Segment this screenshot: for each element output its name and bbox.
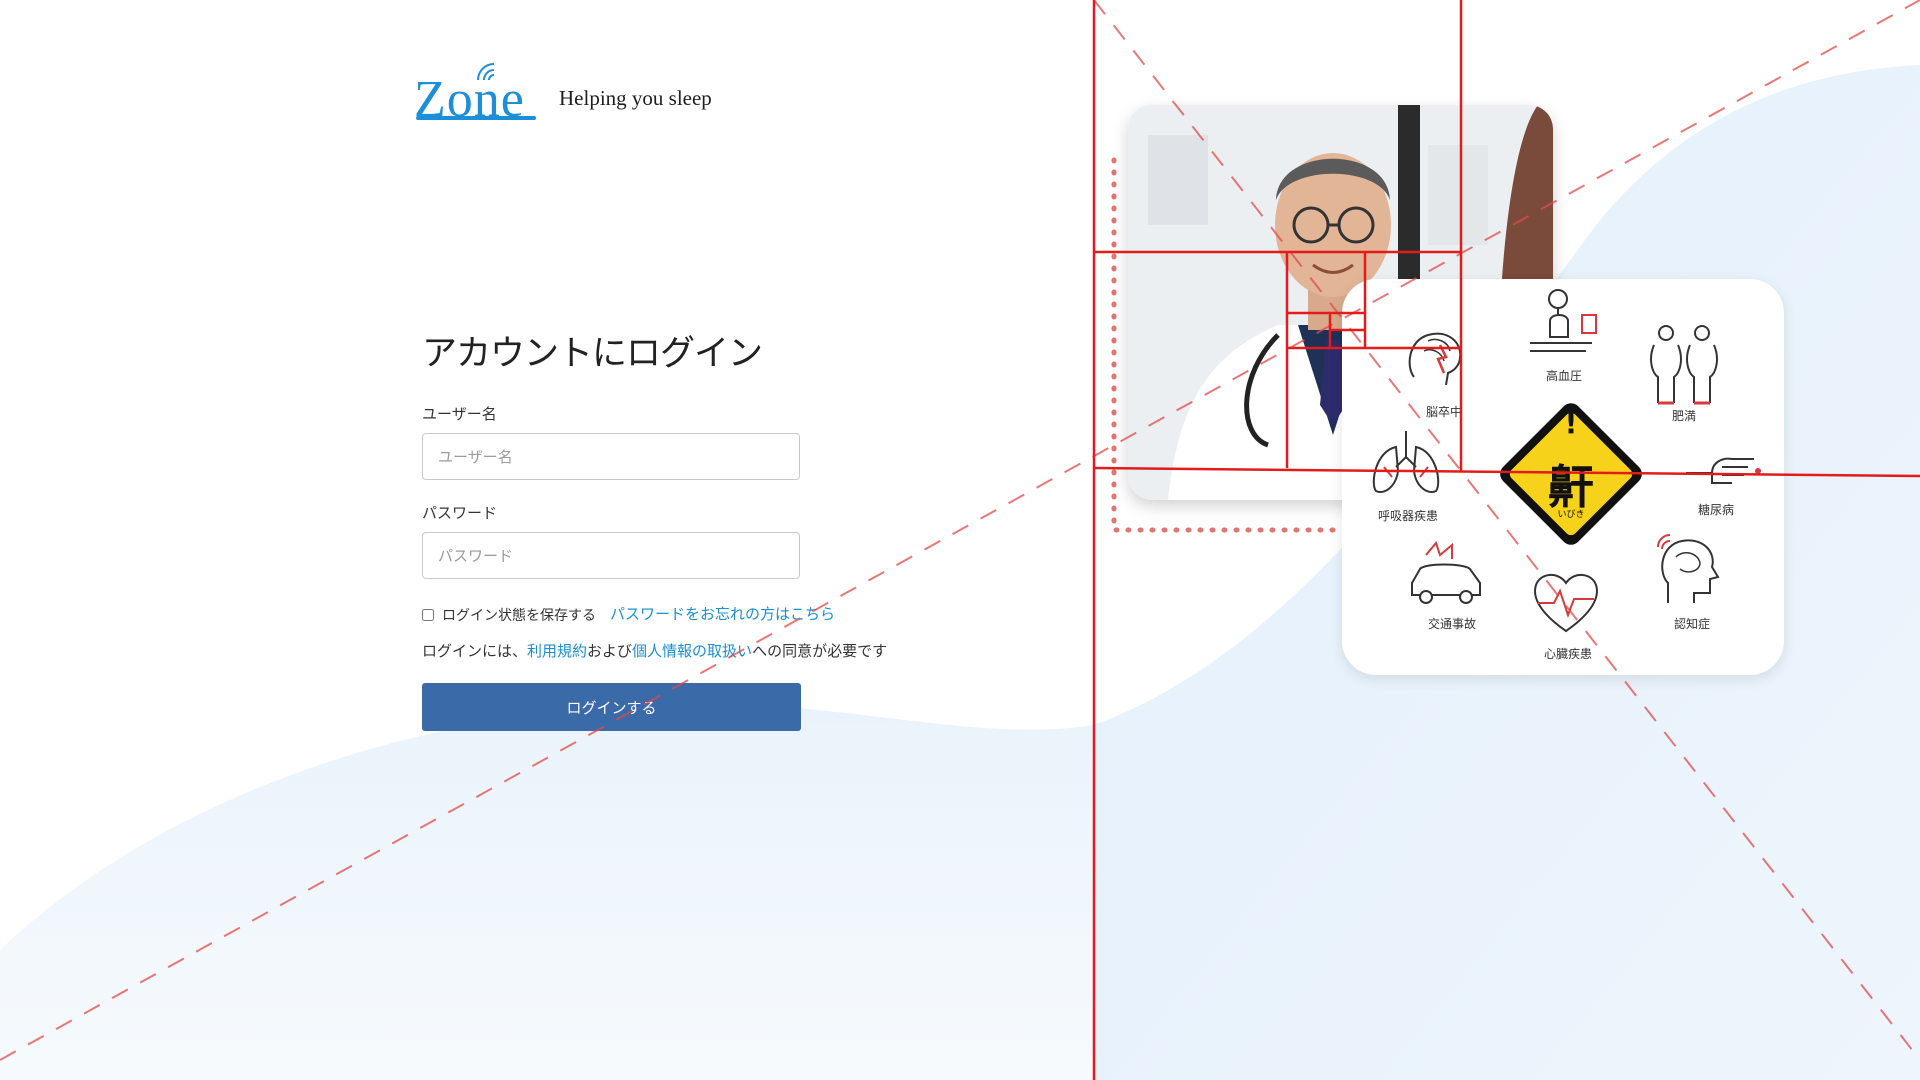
- privacy-policy-link[interactable]: 個人情報の取扱い: [632, 642, 752, 660]
- username-label: ユーザー名: [422, 405, 497, 423]
- terms-and: および: [587, 642, 633, 660]
- remember-label: ログイン状態を保存する: [442, 608, 596, 624]
- heart-icon: [1534, 574, 1598, 633]
- snoring-kana: いびき: [1557, 510, 1585, 520]
- terms-notice: ログインには、利用規約および個人情報の取扱いへの同意が必要です: [422, 640, 887, 661]
- snoring-risk-card: ! 鼾 いびき 脳卒中 高血圧 肥満 呼吸器疾患 糖尿病 交通事故 心臓疾患 認…: [1342, 279, 1784, 675]
- remember-checkbox[interactable]: [422, 609, 434, 621]
- obesity-icon: [1650, 325, 1718, 405]
- terms-suffix: への同意が必要です: [752, 642, 888, 660]
- blood-pressure-icon: [1530, 289, 1597, 352]
- terms-prefix: ログインには、: [422, 642, 528, 660]
- disease-label: 高血圧: [1545, 369, 1583, 383]
- password-input[interactable]: [422, 532, 800, 579]
- logo-text: Zone: [414, 71, 525, 128]
- username-input[interactable]: [422, 433, 800, 480]
- disease-label: 肥満: [1671, 409, 1697, 423]
- disease-label: 脳卒中: [1425, 405, 1463, 419]
- disease-label: 呼吸器疾患: [1377, 509, 1439, 523]
- page-title: アカウントにログイン: [422, 334, 763, 374]
- warning-mark: !: [1564, 407, 1578, 440]
- forgot-password-link[interactable]: パスワードをお忘れの方はこちら: [610, 603, 835, 624]
- disease-label: 心臓疾患: [1543, 647, 1593, 661]
- car-crash-icon: [1411, 541, 1481, 604]
- finger-prick-icon: [1686, 457, 1761, 484]
- login-page: Zone Helping you sleep アカウントにログイン ユーザー名 …: [0, 0, 1920, 1080]
- disease-label: 認知症: [1673, 617, 1711, 631]
- lungs-icon: [1372, 431, 1440, 493]
- password-label: パスワード: [422, 504, 498, 522]
- disease-label: 交通事故: [1427, 617, 1477, 631]
- terms-of-service-link[interactable]: 利用規約: [527, 642, 587, 660]
- snoring-warning-sign-icon: ! 鼾 いびき: [1490, 393, 1652, 555]
- logo-underline: [416, 116, 536, 120]
- login-button[interactable]: ログインする: [422, 683, 801, 731]
- brain-stroke-icon: [1408, 332, 1462, 386]
- remember-me[interactable]: ログイン状態を保存する: [422, 605, 596, 625]
- disease-label: 糖尿病: [1697, 503, 1735, 517]
- zone-logo: Zone: [414, 60, 538, 128]
- tagline: Helping you sleep: [559, 86, 712, 110]
- dementia-head-icon: [1657, 534, 1720, 603]
